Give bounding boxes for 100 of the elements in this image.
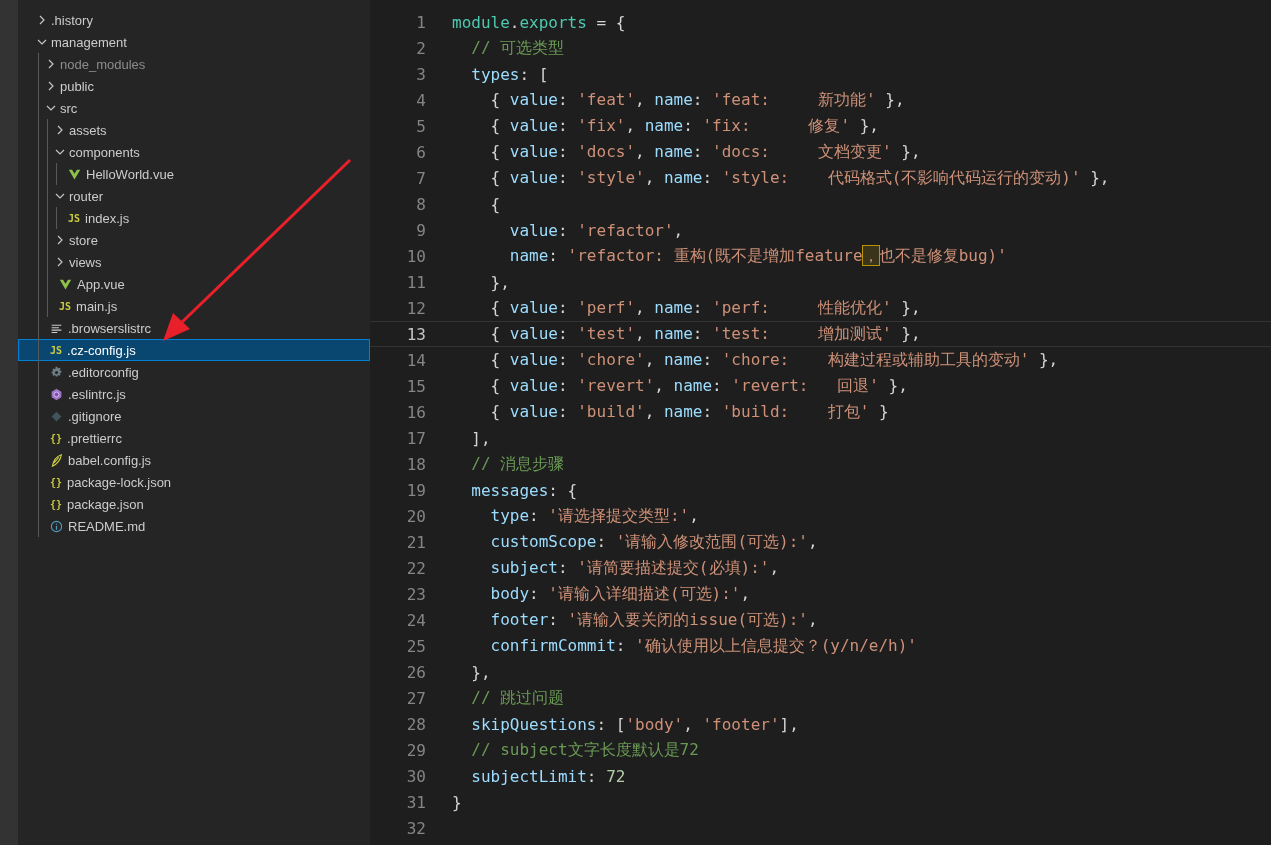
file-item[interactable]: .gitignore: [18, 405, 370, 427]
folder-item[interactable]: components: [18, 141, 370, 163]
code-line: { value: 'style', name: 'style: 代码格式(不影响代码运行的变动)' },: [489, 167, 1110, 189]
line-number: 19: [405, 480, 426, 500]
file-item[interactable]: .eslintrc.js: [18, 383, 370, 405]
code-line: },: [470, 662, 491, 682]
code-line: customScope: '请输入修改范围(可选):',: [489, 531, 818, 553]
code-line: types: [: [470, 64, 549, 84]
code-line: // subject文字长度默认是72: [470, 739, 699, 761]
folder-item[interactable]: views: [18, 251, 370, 273]
file-item[interactable]: JS index.js: [18, 207, 370, 229]
info-icon: [50, 519, 63, 533]
leaf-icon: [50, 453, 63, 467]
chevron-icon: [55, 125, 65, 135]
line-number: 14: [405, 350, 426, 370]
braces-icon: {}: [50, 432, 63, 444]
code-line: { value: 'test', name: 'test: 增加测试' },: [489, 323, 921, 345]
file-item[interactable]: HelloWorld.vue: [18, 163, 370, 185]
diamond-icon: [50, 409, 63, 423]
code-line: { value: 'fix', name: 'fix: 修复' },: [489, 115, 879, 137]
folder-item[interactable]: node_modules: [18, 53, 370, 75]
folder-item[interactable]: src: [18, 97, 370, 119]
chevron-icon: [55, 235, 65, 245]
js-icon: JS: [68, 212, 81, 224]
code-line: value: 'refactor',: [508, 220, 684, 240]
js-icon: JS: [50, 344, 63, 356]
code-line: name: 'refactor: 重构(既不是增加feature，也不是修复bug)': [508, 245, 1007, 267]
line-number: 30: [405, 766, 426, 786]
file-item[interactable]: {} package.json: [18, 493, 370, 515]
file-item[interactable]: {} .prettierrc: [18, 427, 370, 449]
line-number: 4: [415, 90, 426, 110]
line-number: 13: [405, 324, 426, 344]
line-number: 8: [415, 194, 426, 214]
line-number: 18: [405, 454, 426, 474]
code-line: module.exports = {: [452, 12, 626, 32]
line-number: 9: [415, 220, 426, 240]
code-line: body: '请输入详细描述(可选):',: [489, 583, 751, 605]
file-item[interactable]: {} package-lock.json: [18, 471, 370, 493]
line-number: 21: [405, 532, 426, 552]
line-number: 25: [405, 636, 426, 656]
folder-item[interactable]: .history: [18, 9, 370, 31]
folder-item[interactable]: management: [18, 31, 370, 53]
line-number: 3: [415, 64, 426, 84]
line-number: 16: [405, 402, 426, 422]
file-item[interactable]: .editorconfig: [18, 361, 370, 383]
chevron-icon: [46, 59, 56, 69]
vue-icon: [59, 277, 72, 291]
code-line: type: '请选择提交类型:',: [489, 505, 699, 527]
file-item[interactable]: babel.config.js: [18, 449, 370, 471]
line-number: 7: [415, 168, 426, 188]
line-number: 2: [415, 38, 426, 58]
code-line: },: [489, 272, 510, 292]
line-number: 1: [415, 12, 426, 32]
chevron-icon: [55, 147, 65, 157]
code-line: // 消息步骤: [470, 453, 565, 475]
file-item[interactable]: .browserslistrc: [18, 317, 370, 339]
line-number: 5: [415, 116, 426, 136]
code-line: }: [452, 792, 462, 812]
code-line: // 跳过问题: [470, 687, 565, 709]
file-item[interactable]: JS main.js: [18, 295, 370, 317]
folder-item[interactable]: public: [18, 75, 370, 97]
line-number: 24: [405, 610, 426, 630]
hexagon-icon: [50, 387, 63, 401]
file-item[interactable]: JS .cz-config.js: [18, 339, 370, 361]
code-line: messages: {: [470, 480, 578, 500]
settings-icon: [50, 365, 63, 379]
chevron-icon: [46, 103, 56, 113]
line-number: 27: [405, 688, 426, 708]
folder-item[interactable]: assets: [18, 119, 370, 141]
code-line: { value: 'perf', name: 'perf: 性能优化' },: [489, 297, 921, 319]
file-item[interactable]: README.md: [18, 515, 370, 537]
line-number: 26: [405, 662, 426, 682]
code-line: { value: 'chore', name: 'chore: 构建过程或辅助工具的变动' },: [489, 349, 1059, 371]
chevron-icon: [46, 81, 56, 91]
code-line: // 可选类型: [470, 37, 565, 59]
folder-item[interactable]: router: [18, 185, 370, 207]
code-line: {: [489, 194, 501, 214]
line-number: 17: [405, 428, 426, 448]
line-number: 29: [405, 740, 426, 760]
line-number: 23: [405, 584, 426, 604]
file-item[interactable]: App.vue: [18, 273, 370, 295]
chevron-icon: [55, 191, 65, 201]
braces-icon: {}: [50, 476, 63, 488]
code-line: confirmCommit: '确认使用以上信息提交？(y/n/e/h)': [489, 635, 917, 657]
code-line: subjectLimit: 72: [470, 766, 626, 786]
braces-icon: {}: [50, 498, 63, 510]
line-number: 6: [415, 142, 426, 162]
line-number: 22: [405, 558, 426, 578]
code-line: skipQuestions: ['body', 'footer'],: [470, 714, 799, 734]
line-number: 10: [405, 246, 426, 266]
line-number: 11: [405, 272, 426, 292]
line-number: 31: [405, 792, 426, 812]
code-line: { value: 'docs', name: 'docs: 文档变更' },: [489, 141, 921, 163]
folder-item[interactable]: store: [18, 229, 370, 251]
chevron-icon: [37, 15, 47, 25]
code-line: { value: 'feat', name: 'feat: 新功能' },: [489, 89, 905, 111]
line-number: 28: [405, 714, 426, 734]
vue-icon: [68, 167, 81, 181]
line-number: 32: [405, 818, 426, 838]
line-number: 15: [405, 376, 426, 396]
